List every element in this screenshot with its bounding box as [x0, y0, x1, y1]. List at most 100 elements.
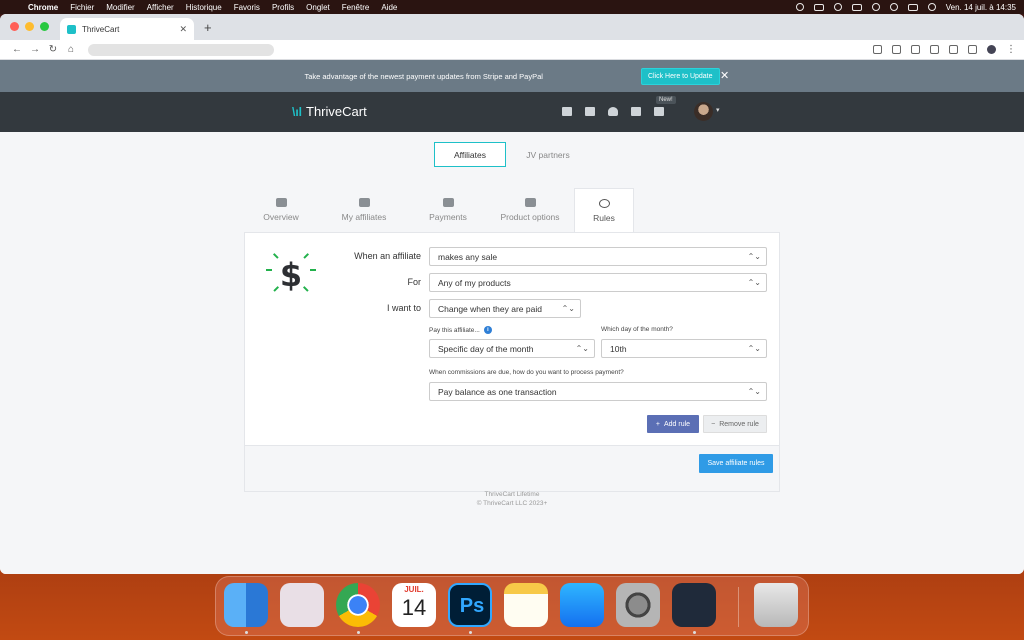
tab-close-icon[interactable]: ✕	[179, 24, 187, 35]
reload-icon[interactable]: ↻	[44, 44, 62, 55]
menu-onglet[interactable]: Onglet	[306, 3, 330, 12]
jv-partners-toggle-button[interactable]: JV partners	[512, 142, 584, 167]
i-want-to-select[interactable]: Change when they are paid ⌃⌄	[429, 299, 581, 318]
notes-icon[interactable]	[504, 583, 548, 627]
home-icon[interactable]: ⌂	[62, 44, 80, 55]
zoom-window-button[interactable]	[40, 22, 49, 31]
wifi-icon[interactable]	[871, 3, 880, 11]
minimize-window-button[interactable]	[25, 22, 34, 31]
menu-favoris[interactable]: Favoris	[234, 3, 260, 12]
for-products-select[interactable]: Any of my products ⌃⌄	[429, 273, 767, 292]
bookmark-star-icon[interactable]	[892, 45, 901, 54]
profile-avatar-icon[interactable]	[987, 45, 996, 54]
handshake-icon[interactable]	[631, 107, 641, 116]
back-icon[interactable]: ←	[8, 44, 26, 55]
minus-icon: −	[711, 420, 716, 428]
customers-icon[interactable]	[608, 107, 618, 116]
tab-rules[interactable]: Rules	[574, 188, 634, 232]
menu-chrome[interactable]: Chrome	[28, 3, 58, 12]
which-day-label-text: Which day of the month?	[601, 326, 673, 333]
app-store-icon[interactable]	[560, 583, 604, 627]
trash-icon[interactable]	[754, 583, 798, 627]
tab-overview[interactable]: Overview	[244, 188, 318, 232]
tab-label: Rules	[593, 212, 615, 223]
select-value: makes any sale	[438, 251, 498, 262]
browser-tab-thrivecart[interactable]: ThriveCart ✕	[60, 18, 194, 40]
address-bar[interactable]	[88, 43, 274, 56]
menu-modifier[interactable]: Modifier	[106, 3, 134, 12]
menu-afficher[interactable]: Afficher	[147, 3, 174, 12]
chrome-icon[interactable]	[336, 583, 380, 627]
update-button[interactable]: Click Here to Update	[640, 67, 720, 85]
calendar-icon[interactable]: JUIL. 14	[392, 583, 436, 627]
select-value: Any of my products	[438, 277, 511, 288]
finder-icon[interactable]	[224, 583, 268, 627]
extension-icon[interactable]	[911, 45, 920, 54]
when-affiliate-label: When an affiliate	[354, 251, 421, 261]
battery-icon[interactable]	[851, 3, 862, 11]
when-affiliate-select[interactable]: makes any sale ⌃⌄	[429, 247, 767, 266]
banner-close-icon[interactable]: ✕	[720, 69, 729, 82]
new-tab-button[interactable]: +	[204, 18, 212, 40]
affiliates-toggle-button[interactable]: Affiliates	[434, 142, 506, 167]
select-value: Specific day of the month	[438, 343, 534, 354]
graduation-cap-icon[interactable]	[654, 107, 664, 116]
photoshop-icon[interactable]: Ps	[448, 583, 492, 627]
menu-fenetre[interactable]: Fenêtre	[342, 3, 370, 12]
calendar-month: JUIL.	[404, 585, 424, 594]
list-icon[interactable]	[585, 107, 595, 116]
forward-icon[interactable]: →	[26, 44, 44, 55]
extension-2-icon[interactable]	[930, 45, 939, 54]
logo-text: ThriveCart	[306, 104, 367, 119]
tab-payments[interactable]: Payments	[410, 188, 486, 232]
siri-icon[interactable]	[927, 3, 936, 11]
save-affiliate-rules-button[interactable]: Save affiliate rules	[699, 454, 773, 473]
tab-label: My affiliates	[341, 212, 387, 222]
chevron-icon: ⌃⌄	[747, 252, 761, 261]
tab-bar: ThriveCart ✕ +	[0, 14, 1024, 40]
sidebar-icon[interactable]	[968, 45, 977, 54]
menu-historique[interactable]: Historique	[186, 3, 222, 12]
bluetooth-icon[interactable]	[833, 3, 842, 11]
user-avatar[interactable]	[694, 102, 713, 121]
chevron-icon: ⌃⌄	[575, 344, 589, 353]
tab-my-affiliates[interactable]: My affiliates	[318, 188, 410, 232]
thrivecart-logo[interactable]: \ıl ThriveCart	[292, 104, 367, 119]
process-payment-select[interactable]: Pay balance as one transaction ⌃⌄	[429, 382, 767, 401]
davinci-resolve-icon[interactable]	[672, 583, 716, 627]
close-window-button[interactable]	[10, 22, 19, 31]
display-icon[interactable]	[813, 3, 824, 11]
pay-affiliate-select[interactable]: Specific day of the month ⌃⌄	[429, 339, 595, 358]
app-header: \ıl ThriveCart New! ▾	[0, 92, 1024, 132]
info-icon[interactable]: i	[483, 326, 492, 334]
system-preferences-icon[interactable]	[616, 583, 660, 627]
thrivecart-page: Take advantage of the newest payment upd…	[0, 60, 1024, 574]
menu-fichier[interactable]: Fichier	[70, 3, 94, 12]
process-payment-label-text: When commissions are due, how do you wan…	[429, 369, 624, 376]
chevron-icon: ⌃⌄	[747, 344, 761, 353]
status-icon[interactable]	[795, 3, 804, 11]
day-of-month-select[interactable]: 10th ⌃⌄	[601, 339, 767, 358]
pay-affiliate-label-text: Pay this affiliate...	[429, 326, 480, 334]
menubar-clock[interactable]: Ven. 14 juil. à 14:35	[946, 3, 1016, 12]
footer-line-1: ThriveCart Lifetime	[484, 491, 540, 498]
control-center-icon[interactable]	[907, 3, 918, 11]
spotlight-icon[interactable]	[889, 3, 898, 11]
add-rule-button[interactable]: + Add rule	[647, 415, 699, 433]
products-icon[interactable]	[562, 107, 572, 116]
process-payment-label: When commissions are due, how do you wan…	[429, 369, 624, 376]
more-menu-icon[interactable]: ⋮	[1006, 44, 1016, 54]
menu-profils[interactable]: Profils	[272, 3, 294, 12]
launchpad-icon[interactable]	[280, 583, 324, 627]
window-controls	[10, 22, 49, 31]
puzzle-icon[interactable]	[949, 45, 958, 54]
chevron-down-icon[interactable]: ▾	[716, 106, 720, 114]
new-badge: New!	[656, 96, 676, 104]
remove-rule-button[interactable]: − Remove rule	[703, 415, 767, 433]
menu-aide[interactable]: Aide	[381, 3, 397, 12]
share-icon[interactable]	[873, 45, 882, 54]
rules-panel: $ When an affiliate makes any sale ⌃⌄ Fo…	[244, 232, 780, 492]
tab-product-options[interactable]: Product options	[486, 188, 574, 232]
cart-logo-icon: \ıl	[292, 104, 303, 119]
tab-label: Overview	[263, 212, 299, 222]
